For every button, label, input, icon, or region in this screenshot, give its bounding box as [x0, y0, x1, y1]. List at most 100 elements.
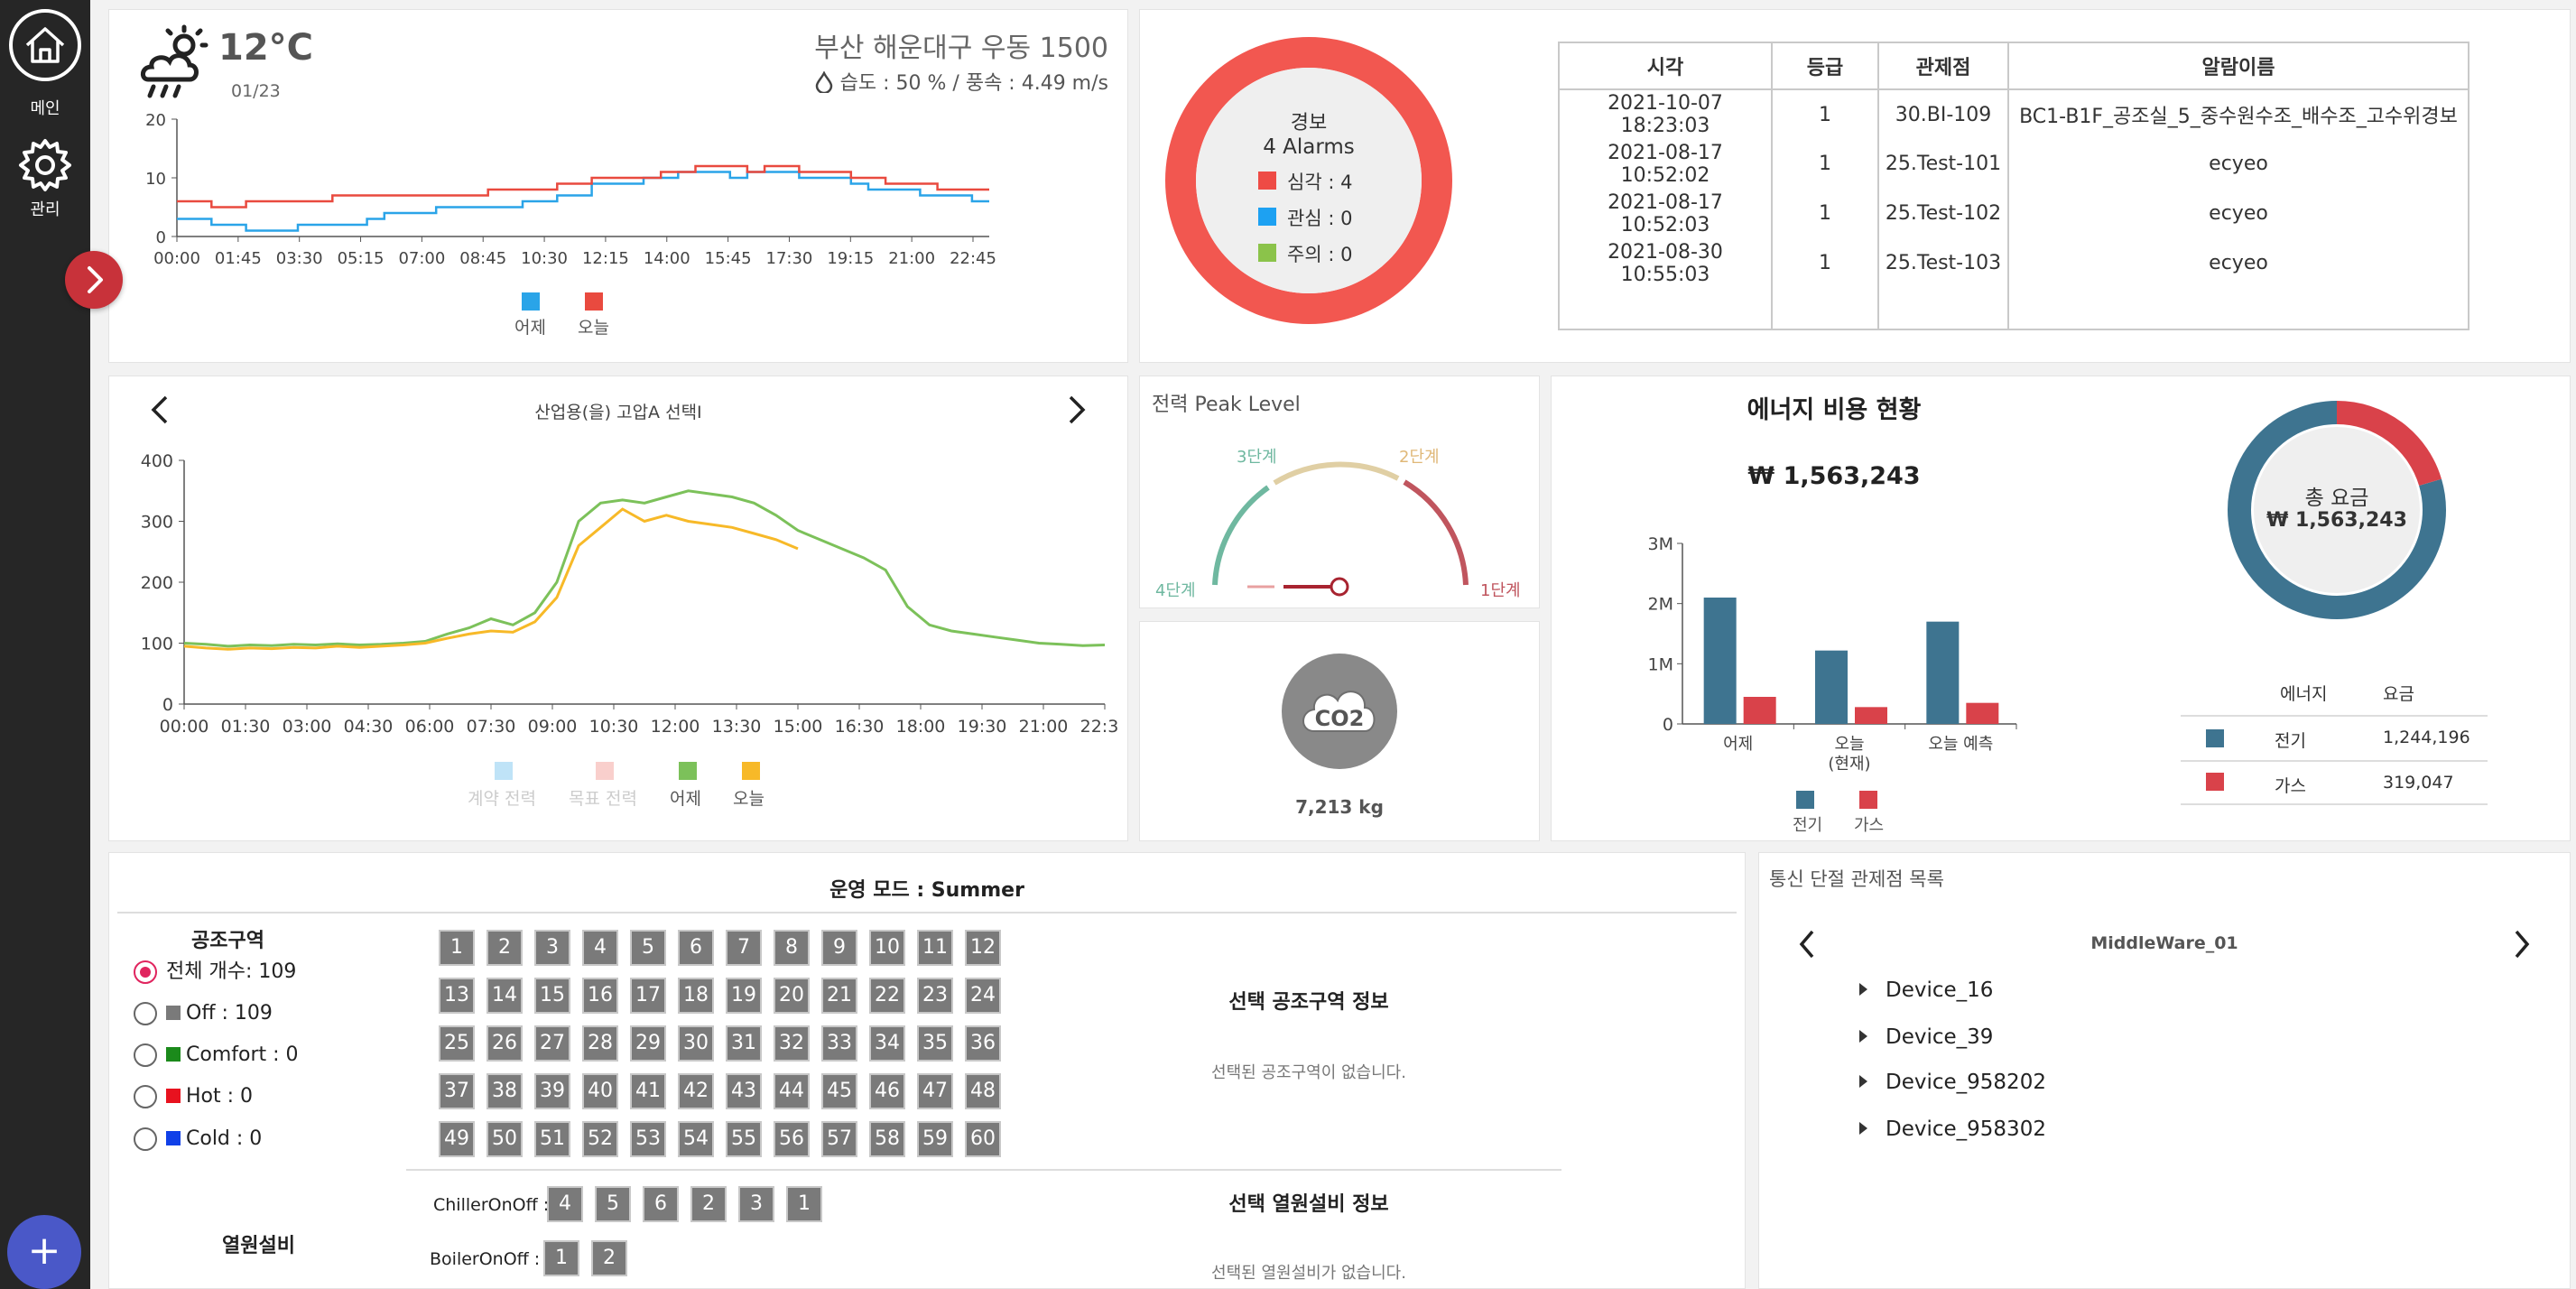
- zone-button[interactable]: 25: [439, 1025, 475, 1062]
- zone-button[interactable]: 54: [678, 1121, 714, 1157]
- zone-button[interactable]: 48: [965, 1073, 1001, 1109]
- zone-button[interactable]: 3: [534, 930, 570, 966]
- zone-button[interactable]: 55: [726, 1121, 762, 1157]
- col-point: 관제점: [1877, 42, 2009, 90]
- radio-cold[interactable]: Cold : 0: [134, 1126, 262, 1153]
- boiler-button[interactable]: 2: [591, 1240, 627, 1276]
- zone-button[interactable]: 16: [582, 978, 618, 1014]
- zone-button[interactable]: 20: [774, 978, 810, 1014]
- device-item[interactable]: Device_958202: [1859, 1071, 2046, 1094]
- zone-button[interactable]: 10: [869, 930, 905, 966]
- chiller-button[interactable]: 2: [690, 1186, 727, 1222]
- zone-button[interactable]: 53: [630, 1121, 666, 1157]
- table-row[interactable]: 2021-08-17 10:52:03 1 25.Test-102 ecyeo: [1558, 189, 2469, 238]
- chiller-button[interactable]: 5: [595, 1186, 631, 1222]
- zone-button[interactable]: 56: [774, 1121, 810, 1157]
- zone-button[interactable]: 44: [774, 1073, 810, 1109]
- zone-button[interactable]: 58: [869, 1121, 905, 1157]
- table-row[interactable]: 2021-10-07 18:23:03 1 30.BI-109 BC1-B1F_공조실…: [1558, 89, 2469, 139]
- zone-button[interactable]: 14: [486, 978, 523, 1014]
- zone-button[interactable]: 5: [630, 930, 666, 966]
- zone-button[interactable]: 33: [821, 1025, 857, 1062]
- zone-button[interactable]: 31: [726, 1025, 762, 1062]
- zone-button[interactable]: 52: [582, 1121, 618, 1157]
- zone-button[interactable]: 35: [917, 1025, 953, 1062]
- zone-button[interactable]: 22: [869, 978, 905, 1014]
- sidebar-expand-button[interactable]: [65, 251, 123, 309]
- chiller-button[interactable]: 1: [786, 1186, 822, 1222]
- zone-button[interactable]: 11: [917, 930, 953, 966]
- zone-button[interactable]: 50: [486, 1121, 523, 1157]
- radio-hot[interactable]: Hot : 0: [134, 1083, 253, 1110]
- zone-button[interactable]: 8: [774, 930, 810, 966]
- boiler-button[interactable]: 1: [543, 1240, 579, 1276]
- zone-button[interactable]: 7: [726, 930, 762, 966]
- zone-button[interactable]: 45: [821, 1073, 857, 1109]
- zone-button[interactable]: 15: [534, 978, 570, 1014]
- zone-button[interactable]: 51: [534, 1121, 570, 1157]
- zone-button[interactable]: 36: [965, 1025, 1001, 1062]
- zone-button[interactable]: 59: [917, 1121, 953, 1157]
- y-tick-label: 0: [1663, 715, 1673, 735]
- chiller-button[interactable]: 6: [643, 1186, 679, 1222]
- weather-temperature: 12°C: [218, 27, 314, 69]
- zone-button[interactable]: 9: [821, 930, 857, 966]
- zone-button[interactable]: 42: [678, 1073, 714, 1109]
- zone-button[interactable]: 19: [726, 978, 762, 1014]
- device-item[interactable]: Device_39: [1859, 1025, 1993, 1049]
- legend-label-today[interactable]: 오늘: [733, 785, 764, 810]
- add-button[interactable]: +: [7, 1215, 81, 1289]
- radio-all[interactable]: 전체 개수: 109: [134, 959, 296, 986]
- zone-button[interactable]: 1: [439, 930, 475, 966]
- legend-label-contract[interactable]: 계약 전력: [468, 785, 536, 810]
- device-item[interactable]: Device_958302: [1859, 1117, 2046, 1141]
- zone-button[interactable]: 34: [869, 1025, 905, 1062]
- zone-button[interactable]: 26: [486, 1025, 523, 1062]
- peak-label-level3: 3단계: [1237, 448, 1277, 467]
- zone-button[interactable]: 49: [439, 1121, 475, 1157]
- zone-info-empty: 선택된 공조구역이 없습니다.: [1211, 1063, 1406, 1082]
- legend-label-target[interactable]: 목표 전력: [569, 785, 637, 810]
- zone-button[interactable]: 38: [486, 1073, 523, 1109]
- device-item[interactable]: Device_16: [1859, 978, 1993, 1002]
- zone-button[interactable]: 37: [439, 1073, 475, 1109]
- zone-button[interactable]: 23: [917, 978, 953, 1014]
- zone-button[interactable]: 43: [726, 1073, 762, 1109]
- x-tick-label: 21:00: [888, 249, 935, 268]
- legend-swatch-gas: [1859, 791, 1877, 809]
- zone-button[interactable]: 17: [630, 978, 666, 1014]
- zone-button[interactable]: 47: [917, 1073, 953, 1109]
- chiller-button[interactable]: 4: [547, 1186, 583, 1222]
- home-icon: [9, 9, 81, 81]
- zone-button[interactable]: 27: [534, 1025, 570, 1062]
- zone-button[interactable]: 46: [869, 1073, 905, 1109]
- nav-settings[interactable]: 관리: [0, 135, 90, 220]
- zone-button[interactable]: 30: [678, 1025, 714, 1062]
- zone-button[interactable]: 12: [965, 930, 1001, 966]
- zone-button[interactable]: 41: [630, 1073, 666, 1109]
- zone-button[interactable]: 2: [486, 930, 523, 966]
- zone-button[interactable]: 4: [582, 930, 618, 966]
- sidebar: 메인 관리 +: [0, 0, 90, 1289]
- legend-swatch-yesterday: [522, 292, 540, 311]
- chiller-button[interactable]: 3: [738, 1186, 774, 1222]
- zone-button[interactable]: 39: [534, 1073, 570, 1109]
- radio-circle: [134, 1002, 157, 1025]
- radio-comfort[interactable]: Comfort : 0: [134, 1042, 299, 1069]
- zone-button[interactable]: 24: [965, 978, 1001, 1014]
- zone-button[interactable]: 60: [965, 1121, 1001, 1157]
- zone-button[interactable]: 57: [821, 1121, 857, 1157]
- zone-button[interactable]: 13: [439, 978, 475, 1014]
- zone-button[interactable]: 6: [678, 930, 714, 966]
- nav-home[interactable]: 메인: [0, 7, 90, 119]
- zone-button[interactable]: 40: [582, 1073, 618, 1109]
- zone-button[interactable]: 28: [582, 1025, 618, 1062]
- table-row[interactable]: 2021-08-17 10:52:02 1 25.Test-101 ecyeo: [1558, 139, 2469, 189]
- zone-button[interactable]: 21: [821, 978, 857, 1014]
- zone-button[interactable]: 18: [678, 978, 714, 1014]
- zone-button[interactable]: 32: [774, 1025, 810, 1062]
- legend-label-yesterday[interactable]: 어제: [670, 785, 701, 810]
- radio-off[interactable]: Off : 109: [134, 1000, 273, 1027]
- zone-button[interactable]: 29: [630, 1025, 666, 1062]
- table-row[interactable]: 2021-08-30 10:55:03 1 25.Test-103 ecyeo: [1558, 238, 2469, 288]
